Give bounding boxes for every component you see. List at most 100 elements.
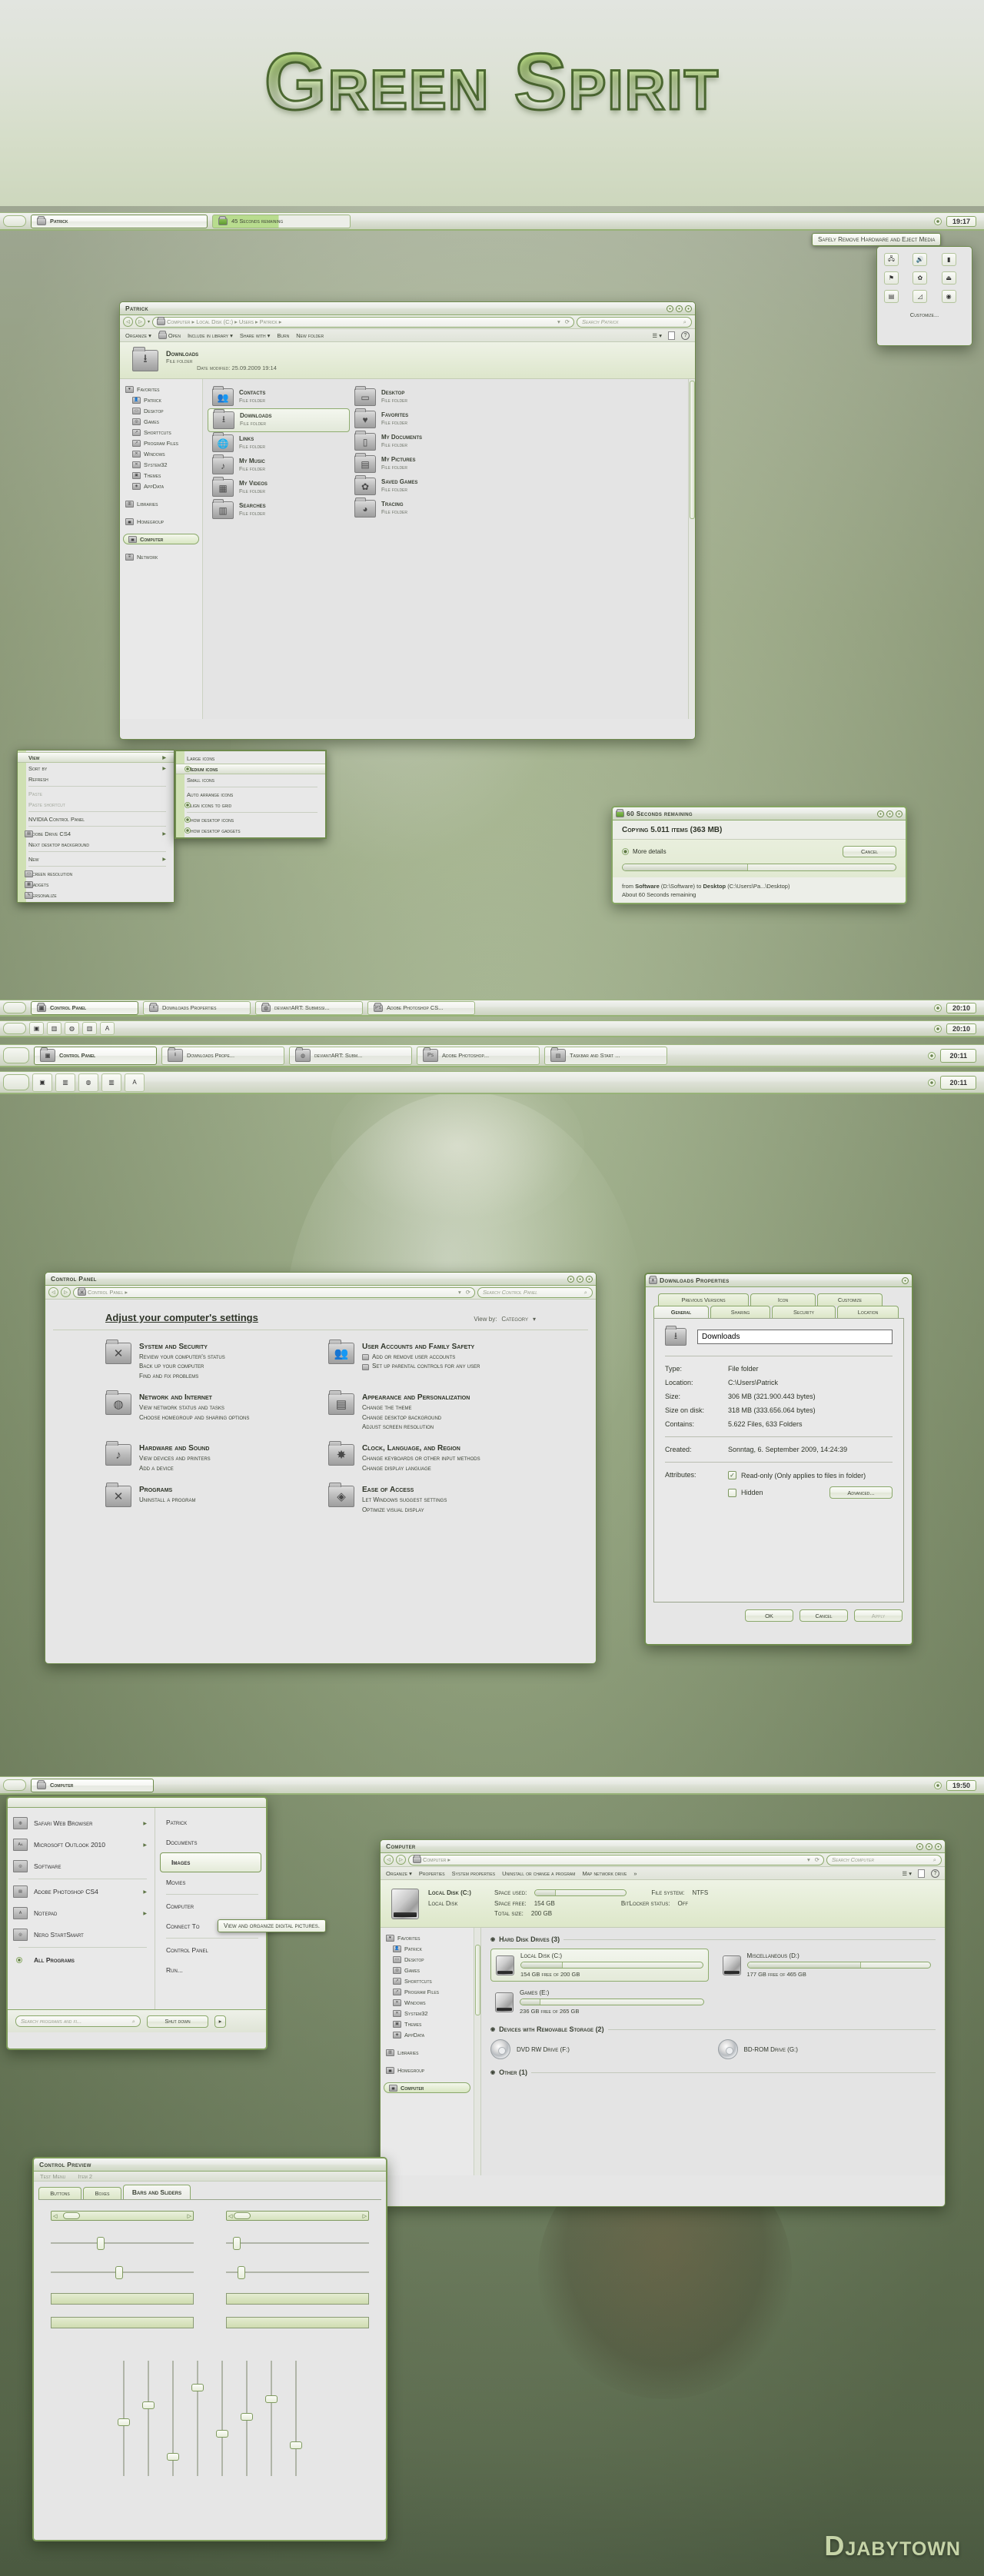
breadcrumb[interactable]: Computer ▸ Local Disk (C:) ▸ Users ▸ Patric… xyxy=(152,316,574,328)
file-item[interactable]: ◕ Tracing File folder xyxy=(350,498,492,520)
vertical-slider[interactable] xyxy=(265,2361,278,2476)
close-button[interactable] xyxy=(902,1276,909,1284)
control-panel-category[interactable]: ✕ System and Security Review your computer… xyxy=(105,1340,313,1381)
control-panel-category[interactable]: ✕ Programs Uninstall a program xyxy=(105,1483,313,1515)
show-hidden-icons-button[interactable] xyxy=(928,1078,936,1087)
sidebar-item-system32[interactable]: ✕ System32 xyxy=(381,2008,474,2019)
search-input[interactable]: Search Patrick ⌕ xyxy=(577,316,692,328)
scrollbar-thumb[interactable] xyxy=(234,2212,251,2219)
horizontal-slider[interactable] xyxy=(51,2235,194,2252)
sidebar-item-windows[interactable]: ✕ Windows xyxy=(381,1997,474,2008)
menu-item-show-desktop-gadgets[interactable]: Show desktop gadgets xyxy=(176,825,325,836)
sidebar-item-desktop[interactable]: ▭ Desktop xyxy=(381,1954,474,1965)
slider-knob[interactable] xyxy=(241,2412,253,2421)
crumb-users[interactable]: Users xyxy=(239,318,254,325)
start-programs-list[interactable]: ◍ Safari Web Browser ▶ Aa Microsoft Outlook … xyxy=(8,1808,155,2009)
taskbar-variant-1[interactable]: ▣ Control Panel ⭳ Downloads Properties ◍ devi… xyxy=(0,1000,984,1017)
libraries-icon[interactable]: ▥ xyxy=(47,1022,62,1035)
menu-item-run-[interactable]: Run... xyxy=(155,1960,266,1980)
horizontal-slider[interactable] xyxy=(226,2264,369,2281)
sidebar-item-homegroup[interactable]: ▄ Homegroup xyxy=(120,516,202,527)
titlebar[interactable]: Control Preview xyxy=(34,2158,386,2172)
menu-test-menu[interactable]: Test Menu xyxy=(40,2173,65,2180)
minimize-button[interactable] xyxy=(567,1275,574,1283)
drive-item[interactable]: Miscellaneous (D:) 177 GB free of 465 GB xyxy=(718,1949,936,1982)
titlebar[interactable]: ⭳ Downloads Properties xyxy=(646,1274,912,1287)
properties-button[interactable]: Properties xyxy=(419,1870,445,1877)
organize-menu[interactable]: Organize ▾ xyxy=(386,1870,412,1877)
section-removable-storage[interactable]: ◉ Devices with Removable Storage (2) xyxy=(490,2025,936,2033)
burn-button[interactable]: Burn xyxy=(277,332,289,339)
taskbar-task[interactable]: ⭳ Downloads Prope... xyxy=(161,1046,284,1065)
file-item[interactable]: ♥ Favorites File folder xyxy=(350,408,492,431)
photo-icon[interactable]: ▤ xyxy=(884,290,899,303)
vertical-slider[interactable] xyxy=(241,2361,253,2476)
breadcrumb[interactable]: ✕ Control Panel ▸ ▾ ⟳ xyxy=(73,1286,475,1298)
menu-item-control-panel[interactable]: Control Panel xyxy=(155,1940,266,1960)
collapse-icon[interactable]: ◉ xyxy=(490,2026,495,2032)
cancel-button[interactable]: Cancel xyxy=(843,846,896,857)
start-button[interactable] xyxy=(3,1779,26,1791)
category-link[interactable]: Uninstall a program xyxy=(139,1496,195,1505)
menu-item-paste[interactable]: Paste xyxy=(18,788,174,799)
clock[interactable]: 19:17 xyxy=(946,215,976,227)
tab-previous-versions[interactable]: Previous Versions xyxy=(658,1293,749,1306)
control-preview-window[interactable]: Control Preview Test Menu Item 2 Buttons… xyxy=(32,2157,387,2541)
taskbar-top[interactable]: Patrick 45 Seconds remaining 19:17 xyxy=(0,212,984,231)
file-item[interactable]: ♪ My Music File folder xyxy=(208,454,350,477)
uninstall-program-button[interactable]: Uninstall or change a program xyxy=(502,1870,575,1877)
file-item[interactable]: ▤ My Pictures File folder xyxy=(350,453,492,475)
more-details-toggle-icon[interactable] xyxy=(622,848,629,855)
include-in-library-menu[interactable]: Include in library ▾ xyxy=(188,332,233,339)
taskbar-task-copy[interactable]: 45 Seconds remaining xyxy=(212,214,351,228)
navigation-pane[interactable]: ♥ Favorites 👤 Patrick ▭ Desktop ◎ Games ↗ Shorttc… xyxy=(381,1928,474,2175)
sidebar-item-program-files[interactable]: ↗ Program Files xyxy=(120,438,202,448)
category-title[interactable]: Clock, Language, and Region xyxy=(362,1444,480,1453)
scroll-right-arrow-icon[interactable]: ▷ xyxy=(188,2213,191,2219)
shield-icon[interactable]: ⚑ xyxy=(884,271,899,285)
show-hidden-icons-button[interactable] xyxy=(933,1003,942,1012)
sidebar-item-favorites[interactable]: ♥ Favorites xyxy=(120,384,202,394)
help-icon[interactable]: ? xyxy=(681,331,690,340)
collapse-icon[interactable]: ◉ xyxy=(490,2069,495,2075)
control-panel-category[interactable]: ◍ Network and Internet View network status… xyxy=(105,1390,313,1432)
slider-knob[interactable] xyxy=(115,2266,123,2279)
scrollbar-thumb[interactable] xyxy=(690,381,695,519)
sidebar-item-patrick[interactable]: 👤 Patrick xyxy=(120,394,202,405)
sidebar-item-appdata[interactable]: ◈ AppData xyxy=(120,481,202,491)
sidebar-item-system32[interactable]: ✕ System32 xyxy=(120,459,202,470)
help-icon[interactable]: ? xyxy=(931,1869,939,1878)
disc-icon[interactable]: ◉ xyxy=(941,290,956,303)
category-link[interactable]: Add or remove user accounts xyxy=(362,1353,480,1362)
tab-row-2[interactable]: General Sharing Security Location xyxy=(653,1306,904,1318)
sidebar-item-appdata[interactable]: ◈ AppData xyxy=(381,2029,474,2040)
scrollbar-thumb[interactable] xyxy=(63,2212,81,2219)
flag-icon[interactable]: ✿ xyxy=(913,271,928,285)
file-item[interactable]: ▭ Desktop File folder xyxy=(350,386,492,408)
vertical-slider[interactable] xyxy=(167,2361,179,2476)
close-button[interactable] xyxy=(685,305,692,312)
maximize-button[interactable] xyxy=(676,305,683,312)
preview-pane-icon[interactable] xyxy=(668,331,675,340)
properties-dialog[interactable]: ⭳ Downloads Properties Previous Versions… xyxy=(644,1273,913,1646)
show-hidden-icons-button[interactable] xyxy=(933,1781,942,1789)
vertical-slider[interactable] xyxy=(191,2361,204,2476)
taskbar-task-patrick[interactable]: Patrick xyxy=(31,214,208,228)
libraries-icon[interactable]: ▥ xyxy=(55,1073,75,1092)
slider-knob[interactable] xyxy=(290,2441,302,2449)
minimize-button[interactable] xyxy=(667,305,673,312)
refresh-icon[interactable]: ⟳ xyxy=(565,318,570,325)
menu-item-view[interactable]: View ▶ xyxy=(18,752,174,763)
horizontal-slider[interactable] xyxy=(51,2264,194,2281)
control-panel-category[interactable]: ♪ Hardware and Sound View devices and prin… xyxy=(105,1441,313,1473)
copy-progress-dialog[interactable]: 60 Seconds remaining Copying 5.011 items… xyxy=(611,806,907,904)
volume-icon[interactable]: 🔊 xyxy=(913,253,928,266)
tab-boxes[interactable]: Boxes xyxy=(83,2187,121,2199)
sidebar-item-shorttcuts[interactable]: ↗ Shorttcuts xyxy=(120,427,202,438)
tray-flyout[interactable]: 🖧 🔊 ▮ ⚑ ✿ ⏏ ▤ ◿ ◉ Customize... xyxy=(876,246,972,346)
start-button[interactable] xyxy=(3,1047,29,1063)
file-item[interactable]: 👥 Contacts File folder xyxy=(208,386,350,408)
clock[interactable]: 20:11 xyxy=(940,1048,976,1063)
shutdown-button[interactable]: Shut down xyxy=(147,2015,208,2028)
explorer-window-patrick[interactable]: Patrick ◁ ▷ ▾ Computer ▸ Local Disk (C:) ▸… xyxy=(119,301,696,740)
